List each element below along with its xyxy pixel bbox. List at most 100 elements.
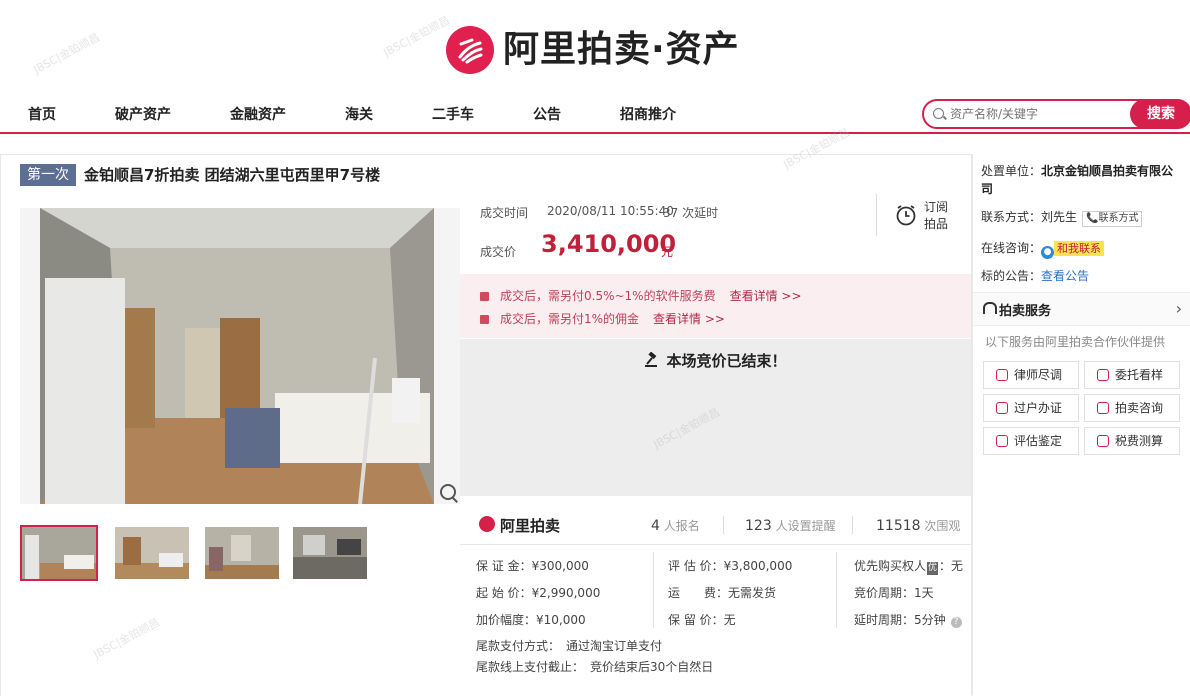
nav-item-used-car[interactable]: 二手车 xyxy=(432,104,474,124)
divider xyxy=(876,194,877,236)
location-icon xyxy=(1097,369,1109,381)
subscribe-button[interactable]: 订阅 拍品 xyxy=(924,199,948,233)
side-panel xyxy=(972,154,1190,695)
disposer-label: 处置单位： xyxy=(981,164,1042,178)
payment-method: 尾款支付方式： 通过淘宝订单支付 xyxy=(476,637,662,654)
gavel-icon xyxy=(644,351,660,368)
deal-time-value: 2020/08/11 10:55:40 xyxy=(547,204,674,218)
search-button[interactable]: 搜索 xyxy=(1130,99,1190,129)
service-appraisal-button[interactable]: 评估鉴定 xyxy=(983,427,1079,455)
disposer-row: 处置单位：北京金铂顺昌拍卖有限公司 xyxy=(981,162,1181,198)
thumbnail-3[interactable] xyxy=(205,527,279,579)
consult-row: 在线咨询： ● 和我联系 xyxy=(981,239,1105,259)
thumbnail-2[interactable] xyxy=(115,527,189,579)
subscribe-label-2: 拍品 xyxy=(924,217,949,231)
priority-label: 优先购买权人 xyxy=(854,559,927,573)
notice-link[interactable]: 查看公告 xyxy=(1041,269,1089,283)
signups-count: 4 xyxy=(651,518,660,534)
chat-bubble-icon xyxy=(1097,402,1109,414)
chat-icon: ● xyxy=(1041,246,1055,259)
brand-name: 阿里拍卖·资产 xyxy=(503,29,740,70)
deadline-value: 竞价结束后30个自然日 xyxy=(590,660,714,674)
payment-value: 通过淘宝订单支付 xyxy=(566,639,663,653)
nav-item-finance[interactable]: 金融资产 xyxy=(230,104,286,124)
service-label: 过户办证 xyxy=(1014,401,1063,415)
service-transfer-button[interactable]: 过户办证 xyxy=(983,394,1079,422)
service-label: 拍卖咨询 xyxy=(1115,401,1164,415)
payment-label: 尾款支付方式： xyxy=(476,639,561,653)
auction-ended-row: 本场竞价已结束！ xyxy=(460,350,971,371)
service-lawyer-button[interactable]: 律师尽调 xyxy=(983,361,1079,389)
search-input[interactable] xyxy=(950,104,1120,124)
reminders-label: 人设置提醒 xyxy=(775,519,836,533)
contact-name: 刘先生 xyxy=(1041,210,1078,224)
service-header[interactable]: 拍卖服务 › xyxy=(973,292,1190,326)
chevron-right-icon: › xyxy=(1175,299,1182,318)
contact-button-label: 联系方式 xyxy=(1098,213,1139,224)
calculator-icon xyxy=(1097,435,1109,447)
service-label: 委托看样 xyxy=(1115,368,1164,382)
nav-item-investment[interactable]: 招商推介 xyxy=(620,104,676,124)
auction-ended-text: 本场竞价已结束！ xyxy=(666,352,787,370)
nav-item-home[interactable]: 首页 xyxy=(28,104,56,124)
notice-row: 标的公告：查看公告 xyxy=(981,267,1089,284)
service-tax-button[interactable]: 税费测算 xyxy=(1084,427,1180,455)
fee-detail-link[interactable]: 查看详情 >> xyxy=(730,289,802,303)
views-label: 次围观 xyxy=(924,519,961,533)
contact-row: 联系方式：刘先生 📞联系方式 xyxy=(981,208,1143,227)
bag-icon xyxy=(480,315,489,324)
views-count: 11518 xyxy=(876,518,921,534)
payment-deadline: 尾款线上支付截止： 竞价结束后30个自然日 xyxy=(476,658,713,675)
priority-tag: 优 xyxy=(927,562,939,575)
nav-item-notice[interactable]: 公告 xyxy=(533,104,561,124)
chat-button[interactable]: 和我联系 xyxy=(1054,241,1105,256)
fee-detail-link[interactable]: 查看详情 >> xyxy=(653,312,725,326)
delay-cycle: 延时周期：5分钟 xyxy=(854,613,946,627)
notice-label: 标的公告： xyxy=(981,269,1042,283)
brand-short-name: 阿里拍卖 xyxy=(500,517,561,535)
priority-buyer: 优先购买权人优：无 xyxy=(854,557,963,575)
search-icon xyxy=(933,108,944,119)
nav-item-customs[interactable]: 海关 xyxy=(345,104,373,124)
brand-logo-icon[interactable] xyxy=(446,26,494,74)
service-label: 律师尽调 xyxy=(1014,368,1063,382)
service-viewing-button[interactable]: 委托看样 xyxy=(1084,361,1180,389)
brand-logo-small-icon xyxy=(479,516,495,532)
search-box: 搜索 xyxy=(922,99,1190,129)
delay-cycle-row: 延时周期：5分钟? xyxy=(854,611,962,628)
alarm-clock-icon[interactable] xyxy=(895,204,917,226)
delay-count: 37 次延时 xyxy=(663,206,719,220)
reminders-stat: 123 人设置提醒 xyxy=(745,517,836,534)
zoom-icon[interactable] xyxy=(440,484,456,500)
contact-button[interactable]: 📞联系方式 xyxy=(1082,211,1143,227)
priority-value: ：无 xyxy=(939,559,964,573)
consult-label: 在线咨询： xyxy=(981,241,1042,255)
deal-time-label: 成交时间 xyxy=(480,206,529,220)
divider xyxy=(852,516,853,534)
thumbnail-4[interactable] xyxy=(293,527,367,579)
bag-icon xyxy=(480,292,489,301)
phone-icon: 📞 xyxy=(1086,213,1099,224)
watermark: JBSC|金铂顺昌 xyxy=(381,13,452,60)
watermark: JBSC|金铂顺昌 xyxy=(31,30,102,77)
service-label: 税费测算 xyxy=(1115,434,1164,448)
divider xyxy=(836,552,837,628)
deal-price: 3,410,000 xyxy=(541,230,677,258)
service-consult-button[interactable]: 拍卖咨询 xyxy=(1084,394,1180,422)
divider xyxy=(723,516,724,534)
divider xyxy=(653,552,654,628)
main-photo[interactable] xyxy=(20,208,460,504)
nav-item-bankruptcy[interactable]: 破产资产 xyxy=(115,104,171,124)
service-desc: 以下服务由阿里拍卖合作伙伴提供 xyxy=(985,335,1166,349)
thumbnail-1[interactable] xyxy=(20,525,98,581)
fee-row-service: 成交后，需另付0.5%~1%的软件服务费 查看详情 >> xyxy=(480,287,802,304)
headset-icon xyxy=(983,302,997,314)
subscribe-label-1: 订阅 xyxy=(924,200,949,214)
signups-stat: 4 人报名 xyxy=(651,517,700,534)
signups-label: 人报名 xyxy=(663,519,700,533)
deal-price-label: 成交价 xyxy=(480,245,517,259)
reserve-price: 保 留 价：无 xyxy=(668,613,736,627)
help-icon[interactable]: ? xyxy=(950,617,962,628)
appraisal-icon xyxy=(996,435,1008,447)
views-stat: 11518 次围观 xyxy=(876,517,960,534)
